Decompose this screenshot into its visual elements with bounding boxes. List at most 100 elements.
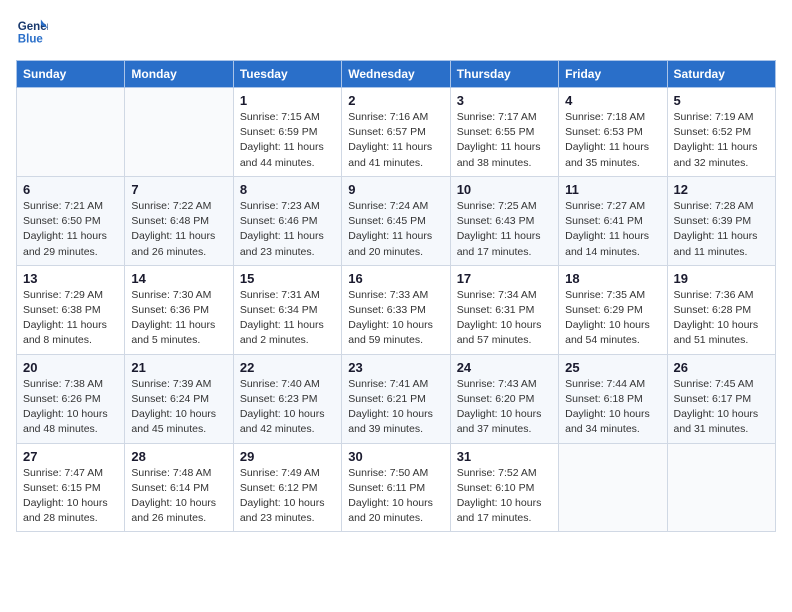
calendar-cell: 9 Sunrise: 7:24 AMSunset: 6:45 PMDaylight… [342, 176, 450, 265]
day-info: Sunrise: 7:23 AMSunset: 6:46 PMDaylight:… [240, 199, 335, 260]
day-number: 12 [674, 182, 769, 197]
day-info: Sunrise: 7:38 AMSunset: 6:26 PMDaylight:… [23, 377, 118, 438]
day-number: 16 [348, 271, 443, 286]
day-number: 17 [457, 271, 552, 286]
day-number: 26 [674, 360, 769, 375]
day-number: 28 [131, 449, 226, 464]
day-number: 1 [240, 93, 335, 108]
day-number: 19 [674, 271, 769, 286]
weekday-header-saturday: Saturday [667, 61, 775, 88]
weekday-header-monday: Monday [125, 61, 233, 88]
day-info: Sunrise: 7:24 AMSunset: 6:45 PMDaylight:… [348, 199, 443, 260]
day-number: 7 [131, 182, 226, 197]
calendar-week-4: 20 Sunrise: 7:38 AMSunset: 6:26 PMDayligh… [17, 354, 776, 443]
day-info: Sunrise: 7:31 AMSunset: 6:34 PMDaylight:… [240, 288, 335, 349]
calendar-cell: 10 Sunrise: 7:25 AMSunset: 6:43 PMDayligh… [450, 176, 558, 265]
day-number: 15 [240, 271, 335, 286]
calendar-week-5: 27 Sunrise: 7:47 AMSunset: 6:15 PMDayligh… [17, 443, 776, 532]
calendar-week-2: 6Sunrise: 7:21 AMSunset: 6:50 PMDaylight… [17, 176, 776, 265]
calendar-cell: 13 Sunrise: 7:29 AMSunset: 6:38 PMDayligh… [17, 265, 125, 354]
day-info: Sunrise: 7:22 AMSunset: 6:48 PMDaylight:… [131, 199, 226, 260]
svg-text:Blue: Blue [18, 34, 44, 46]
calendar-cell [559, 443, 667, 532]
day-info: Sunrise: 7:44 AMSunset: 6:18 PMDaylight:… [565, 377, 660, 438]
day-number: 22 [240, 360, 335, 375]
day-info: Sunrise: 7:15 AMSunset: 6:59 PMDaylight:… [240, 110, 335, 171]
day-number: 2 [348, 93, 443, 108]
calendar-week-1: 1 Sunrise: 7:15 AMSunset: 6:59 PMDaylight… [17, 88, 776, 177]
day-number: 25 [565, 360, 660, 375]
day-info: Sunrise: 7:50 AMSunset: 6:11 PMDaylight:… [348, 466, 443, 527]
calendar-week-3: 13 Sunrise: 7:29 AMSunset: 6:38 PMDayligh… [17, 265, 776, 354]
calendar-cell: 3 Sunrise: 7:17 AMSunset: 6:55 PMDaylight… [450, 88, 558, 177]
calendar-cell: 7 Sunrise: 7:22 AMSunset: 6:48 PMDaylight… [125, 176, 233, 265]
day-number: 5 [674, 93, 769, 108]
page-header: General Blue [16, 16, 776, 48]
day-info: Sunrise: 7:28 AMSunset: 6:39 PMDaylight:… [674, 199, 769, 260]
weekday-header-wednesday: Wednesday [342, 61, 450, 88]
day-number: 27 [23, 449, 118, 464]
day-number: 18 [565, 271, 660, 286]
calendar-cell: 11 Sunrise: 7:27 AMSunset: 6:41 PMDayligh… [559, 176, 667, 265]
calendar-cell: 29Sunrise: 7:49 AMSunset: 6:12 PMDayligh… [233, 443, 341, 532]
logo-icon: General Blue [16, 16, 48, 48]
calendar-cell: 30 Sunrise: 7:50 AMSunset: 6:11 PMDayligh… [342, 443, 450, 532]
day-info: Sunrise: 7:39 AMSunset: 6:24 PMDaylight:… [131, 377, 226, 438]
calendar-cell: 23 Sunrise: 7:41 AMSunset: 6:21 PMDayligh… [342, 354, 450, 443]
day-info: Sunrise: 7:47 AMSunset: 6:15 PMDaylight:… [23, 466, 118, 527]
day-info: Sunrise: 7:19 AMSunset: 6:52 PMDaylight:… [674, 110, 769, 171]
calendar-cell: 26 Sunrise: 7:45 AMSunset: 6:17 PMDayligh… [667, 354, 775, 443]
calendar-cell: 8 Sunrise: 7:23 AMSunset: 6:46 PMDaylight… [233, 176, 341, 265]
calendar-cell: 5 Sunrise: 7:19 AMSunset: 6:52 PMDaylight… [667, 88, 775, 177]
weekday-header-tuesday: Tuesday [233, 61, 341, 88]
calendar-cell [125, 88, 233, 177]
day-number: 31 [457, 449, 552, 464]
calendar-cell [667, 443, 775, 532]
calendar-table: SundayMondayTuesdayWednesdayThursdayFrid… [16, 60, 776, 532]
calendar-cell: 20 Sunrise: 7:38 AMSunset: 6:26 PMDayligh… [17, 354, 125, 443]
calendar-cell: 22 Sunrise: 7:40 AMSunset: 6:23 PMDayligh… [233, 354, 341, 443]
calendar-cell: 25 Sunrise: 7:44 AMSunset: 6:18 PMDayligh… [559, 354, 667, 443]
day-number: 20 [23, 360, 118, 375]
calendar-cell: 4Sunrise: 7:18 AMSunset: 6:53 PMDaylight… [559, 88, 667, 177]
day-number: 24 [457, 360, 552, 375]
calendar-cell: 18 Sunrise: 7:35 AMSunset: 6:29 PMDayligh… [559, 265, 667, 354]
day-number: 11 [565, 182, 660, 197]
day-number: 23 [348, 360, 443, 375]
calendar-cell: 6Sunrise: 7:21 AMSunset: 6:50 PMDaylight… [17, 176, 125, 265]
day-info: Sunrise: 7:29 AMSunset: 6:38 PMDaylight:… [23, 288, 118, 349]
day-info: Sunrise: 7:40 AMSunset: 6:23 PMDaylight:… [240, 377, 335, 438]
calendar-cell: 1 Sunrise: 7:15 AMSunset: 6:59 PMDaylight… [233, 88, 341, 177]
day-info: Sunrise: 7:43 AMSunset: 6:20 PMDaylight:… [457, 377, 552, 438]
calendar-cell: 12 Sunrise: 7:28 AMSunset: 6:39 PMDayligh… [667, 176, 775, 265]
day-info: Sunrise: 7:41 AMSunset: 6:21 PMDaylight:… [348, 377, 443, 438]
logo: General Blue [16, 16, 48, 48]
calendar-cell: 31 Sunrise: 7:52 AMSunset: 6:10 PMDayligh… [450, 443, 558, 532]
day-info: Sunrise: 7:30 AMSunset: 6:36 PMDaylight:… [131, 288, 226, 349]
day-number: 13 [23, 271, 118, 286]
day-number: 30 [348, 449, 443, 464]
day-number: 10 [457, 182, 552, 197]
day-info: Sunrise: 7:17 AMSunset: 6:55 PMDaylight:… [457, 110, 552, 171]
calendar-cell [17, 88, 125, 177]
day-number: 21 [131, 360, 226, 375]
calendar-cell: 19 Sunrise: 7:36 AMSunset: 6:28 PMDayligh… [667, 265, 775, 354]
day-info: Sunrise: 7:33 AMSunset: 6:33 PMDaylight:… [348, 288, 443, 349]
day-number: 9 [348, 182, 443, 197]
calendar-cell: 15 Sunrise: 7:31 AMSunset: 6:34 PMDayligh… [233, 265, 341, 354]
day-info: Sunrise: 7:35 AMSunset: 6:29 PMDaylight:… [565, 288, 660, 349]
calendar-cell: 21 Sunrise: 7:39 AMSunset: 6:24 PMDayligh… [125, 354, 233, 443]
day-number: 3 [457, 93, 552, 108]
day-info: Sunrise: 7:34 AMSunset: 6:31 PMDaylight:… [457, 288, 552, 349]
calendar-cell: 24 Sunrise: 7:43 AMSunset: 6:20 PMDayligh… [450, 354, 558, 443]
day-number: 8 [240, 182, 335, 197]
day-info: Sunrise: 7:16 AMSunset: 6:57 PMDaylight:… [348, 110, 443, 171]
calendar-cell: 28Sunrise: 7:48 AMSunset: 6:14 PMDayligh… [125, 443, 233, 532]
day-info: Sunrise: 7:52 AMSunset: 6:10 PMDaylight:… [457, 466, 552, 527]
weekday-header-sunday: Sunday [17, 61, 125, 88]
calendar-cell: 16 Sunrise: 7:33 AMSunset: 6:33 PMDayligh… [342, 265, 450, 354]
day-info: Sunrise: 7:45 AMSunset: 6:17 PMDaylight:… [674, 377, 769, 438]
day-info: Sunrise: 7:25 AMSunset: 6:43 PMDaylight:… [457, 199, 552, 260]
day-info: Sunrise: 7:36 AMSunset: 6:28 PMDaylight:… [674, 288, 769, 349]
day-info: Sunrise: 7:27 AMSunset: 6:41 PMDaylight:… [565, 199, 660, 260]
